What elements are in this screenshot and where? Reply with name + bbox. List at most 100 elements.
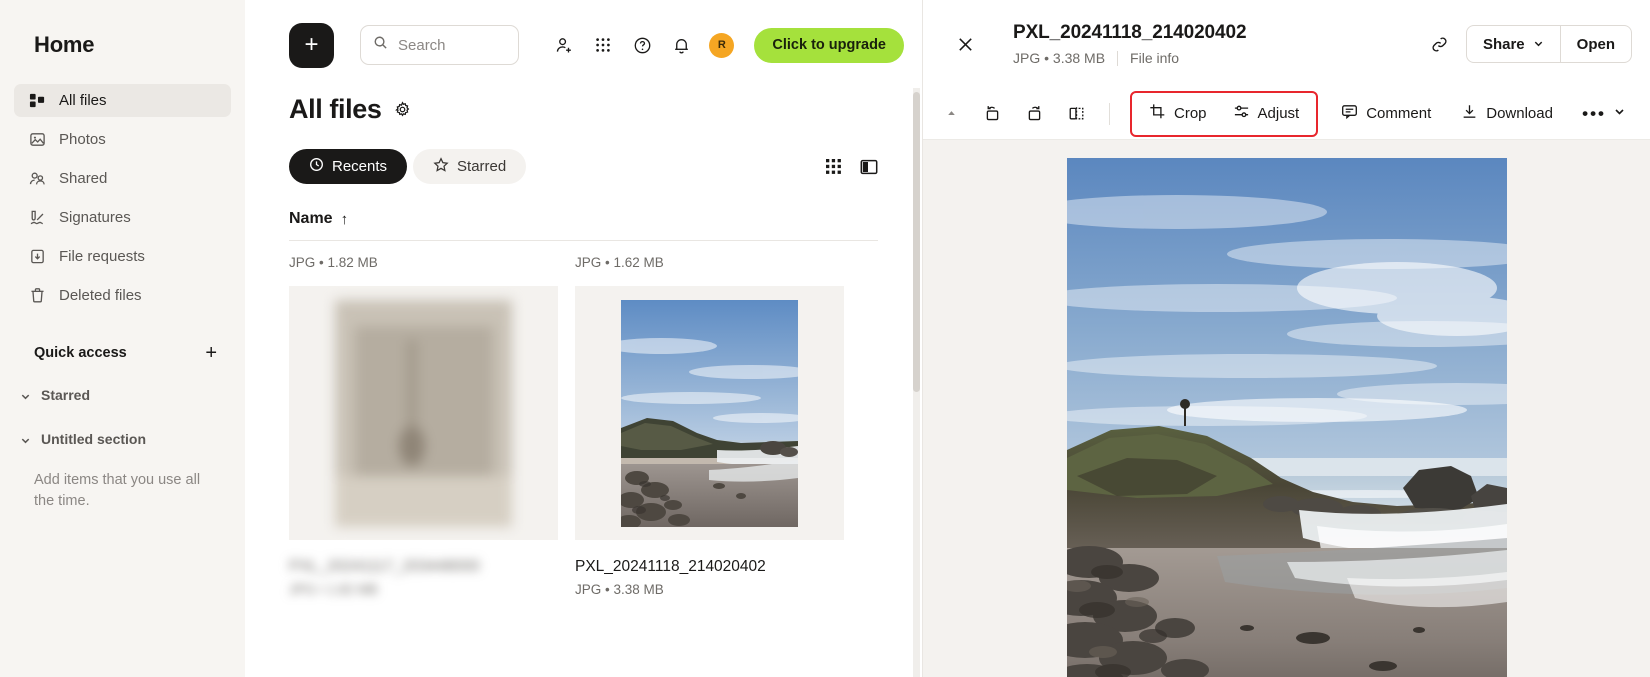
sidebar-item-label: Shared xyxy=(59,170,108,187)
add-quick-access-button[interactable]: + xyxy=(205,343,217,363)
tab-recents[interactable]: Recents xyxy=(289,149,408,184)
column-header-row: Name ↑ xyxy=(289,210,878,241)
sidebar-item-signatures[interactable]: Signatures xyxy=(14,201,231,234)
app-root: Home All files Photos Shared Signatures … xyxy=(0,0,1650,677)
comment-button[interactable]: Comment xyxy=(1328,95,1444,133)
sidebar-item-shared[interactable]: Shared xyxy=(14,162,231,195)
crop-icon xyxy=(1149,103,1166,124)
tab-starred[interactable]: Starred xyxy=(413,149,527,184)
quick-access-label: Quick access xyxy=(34,345,127,361)
open-button[interactable]: Open xyxy=(1560,25,1632,63)
page-title-row: All files xyxy=(245,90,922,125)
thumbnail-image xyxy=(335,299,512,527)
sidebar-item-label: Deleted files xyxy=(59,287,142,304)
chevron-down-icon xyxy=(1613,105,1626,123)
file-card-meta: JPG • 1.82 MB xyxy=(289,255,378,270)
share-button[interactable]: Share xyxy=(1465,25,1561,63)
adjust-label: Adjust xyxy=(1257,105,1300,122)
sidebar-item-label: File requests xyxy=(59,248,145,265)
chevron-down-icon xyxy=(20,433,32,445)
tab-label: Starred xyxy=(457,158,507,175)
preview-header: PXL_20241118_214020402 JPG • 3.38 MB Fil… xyxy=(923,0,1650,88)
photos-icon xyxy=(28,131,46,149)
preview-image-area xyxy=(923,140,1650,677)
sidebar-section-label: Starred xyxy=(41,387,91,403)
star-icon xyxy=(433,156,449,177)
sidebar-item-label: All files xyxy=(59,92,107,109)
chevron-down-icon xyxy=(20,389,32,401)
open-label: Open xyxy=(1576,35,1615,53)
sidebar-item-deleted-files[interactable]: Deleted files xyxy=(14,279,231,312)
avatar[interactable]: R xyxy=(709,32,735,58)
preview-image[interactable] xyxy=(1066,158,1507,677)
signatures-icon xyxy=(28,209,46,227)
download-button[interactable]: Download xyxy=(1448,95,1566,133)
close-icon[interactable] xyxy=(945,24,985,64)
edit-toolbar: Crop Adjust Comment Download ••• xyxy=(923,88,1650,140)
comment-label: Comment xyxy=(1366,105,1432,122)
rotate-right-icon[interactable] xyxy=(1015,95,1053,133)
file-card-name: PXL_20241118_214020402 xyxy=(575,558,766,575)
download-label: Download xyxy=(1486,105,1553,122)
sidebar-item-label: Signatures xyxy=(59,209,131,226)
sidebar-section-starred[interactable]: Starred xyxy=(0,380,245,410)
link-icon[interactable] xyxy=(1429,34,1450,55)
help-icon[interactable] xyxy=(631,34,653,56)
more-options-button[interactable]: ••• xyxy=(1574,95,1634,133)
all-files-icon xyxy=(28,92,46,110)
preview-file-subinfo: JPG • 3.38 MB File info xyxy=(1013,50,1246,66)
file-card-name: PXL_20241117_203448000 xyxy=(289,558,480,575)
thumbnail-image xyxy=(621,299,798,527)
caret-up-icon[interactable] xyxy=(941,108,961,119)
apps-grid-icon[interactable] xyxy=(592,34,614,56)
file-thumbnail[interactable] xyxy=(289,286,558,540)
view-toggle-group xyxy=(825,158,878,176)
sidebar-item-label: Photos xyxy=(59,131,106,148)
search-placeholder: Search xyxy=(398,36,446,54)
sidebar-item-all-files[interactable]: All files xyxy=(14,84,231,117)
more-dots-label: ••• xyxy=(1582,104,1606,123)
scrollbar-thumb[interactable] xyxy=(913,92,920,392)
search-input[interactable]: Search xyxy=(360,25,520,65)
adjust-button[interactable]: Adjust xyxy=(1220,95,1313,133)
notifications-icon[interactable] xyxy=(670,34,692,56)
file-card-sub: JPG • 1.82 MB xyxy=(289,582,378,597)
quick-access-empty-hint: Add items that you use all the time. xyxy=(34,472,201,510)
file-card-sub: JPG • 3.38 MB xyxy=(575,582,664,597)
file-grid: JPG • 1.82 MB PXL_20241117_203448000 JPG… xyxy=(245,255,922,597)
top-icon-group: R xyxy=(553,32,735,58)
sort-arrow-icon[interactable]: ↑ xyxy=(341,211,349,228)
sidebar-item-file-requests[interactable]: File requests xyxy=(14,240,231,273)
divider xyxy=(1117,50,1119,66)
chevron-down-icon xyxy=(1533,36,1544,53)
sidebar-item-photos[interactable]: Photos xyxy=(14,123,231,156)
file-thumbnail[interactable] xyxy=(575,286,844,540)
grid-view-icon[interactable] xyxy=(825,158,842,175)
preview-file-title: PXL_20241118_214020402 xyxy=(1013,22,1247,43)
upgrade-button[interactable]: Click to upgrade xyxy=(754,27,904,63)
file-card[interactable]: JPG • 1.82 MB PXL_20241117_203448000 JPG… xyxy=(289,255,558,597)
file-preview-panel: PXL_20241118_214020402 JPG • 3.38 MB Fil… xyxy=(923,0,1650,677)
flip-icon[interactable] xyxy=(1057,95,1095,133)
comment-icon xyxy=(1341,103,1358,124)
adjust-icon xyxy=(1233,103,1250,124)
split-view-icon[interactable] xyxy=(860,158,878,176)
gear-icon[interactable] xyxy=(394,101,411,118)
page-title: All files xyxy=(289,94,382,124)
crop-label: Crop xyxy=(1174,105,1207,122)
clock-icon xyxy=(309,157,324,176)
trash-icon xyxy=(28,287,46,305)
file-card[interactable]: JPG • 1.62 MB PXL_20241118_214020402 JPG… xyxy=(575,255,844,597)
file-info-button[interactable]: File info xyxy=(1130,50,1179,66)
add-person-icon[interactable] xyxy=(553,34,575,56)
share-open-button-group: Share Open xyxy=(1465,25,1632,63)
crop-button[interactable]: Crop xyxy=(1136,95,1220,133)
new-item-button[interactable]: + xyxy=(289,22,334,68)
column-header-name[interactable]: Name xyxy=(289,210,333,228)
sidebar-section-untitled[interactable]: Untitled section xyxy=(0,424,245,454)
shared-icon xyxy=(28,170,46,188)
crop-adjust-highlight-group: Crop Adjust xyxy=(1130,90,1319,137)
rotate-left-icon[interactable] xyxy=(973,95,1011,133)
tab-label: Recents xyxy=(332,158,388,175)
file-card-meta: JPG • 1.62 MB xyxy=(575,255,664,270)
